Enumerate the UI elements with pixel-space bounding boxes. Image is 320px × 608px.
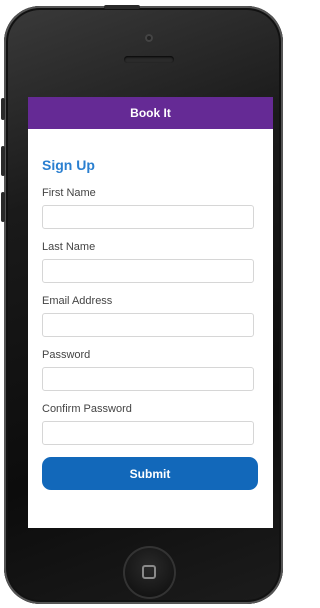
password-input[interactable]: [42, 367, 254, 391]
volume-up-button: [1, 146, 5, 176]
confirm-password-label: Confirm Password: [42, 403, 132, 415]
home-button[interactable]: [123, 546, 176, 599]
last-name-input[interactable]: [42, 259, 254, 283]
first-name-label: First Name: [42, 187, 96, 199]
app-title: Book It: [130, 106, 171, 120]
earpiece-speaker: [124, 56, 174, 63]
signup-form: Sign Up First Name Last Name Email Addre…: [28, 157, 273, 490]
first-name-input[interactable]: [42, 205, 254, 229]
volume-down-button: [1, 192, 5, 222]
last-name-label: Last Name: [42, 241, 96, 253]
screen: Book It Sign Up First Name Last Name Ema…: [28, 97, 273, 528]
power-button: [104, 5, 140, 9]
form-heading: Sign Up: [42, 157, 95, 173]
email-label: Email Address: [42, 295, 113, 307]
password-label: Password: [42, 349, 91, 361]
email-input[interactable]: [42, 313, 254, 337]
mute-switch: [1, 98, 5, 120]
phone-frame: Book It Sign Up First Name Last Name Ema…: [1, 5, 283, 604]
confirm-password-input[interactable]: [42, 421, 254, 445]
app-header: Book It: [28, 97, 273, 129]
submit-button[interactable]: Submit: [42, 457, 258, 490]
front-camera-icon: [145, 34, 153, 42]
home-button-icon: [142, 565, 156, 579]
